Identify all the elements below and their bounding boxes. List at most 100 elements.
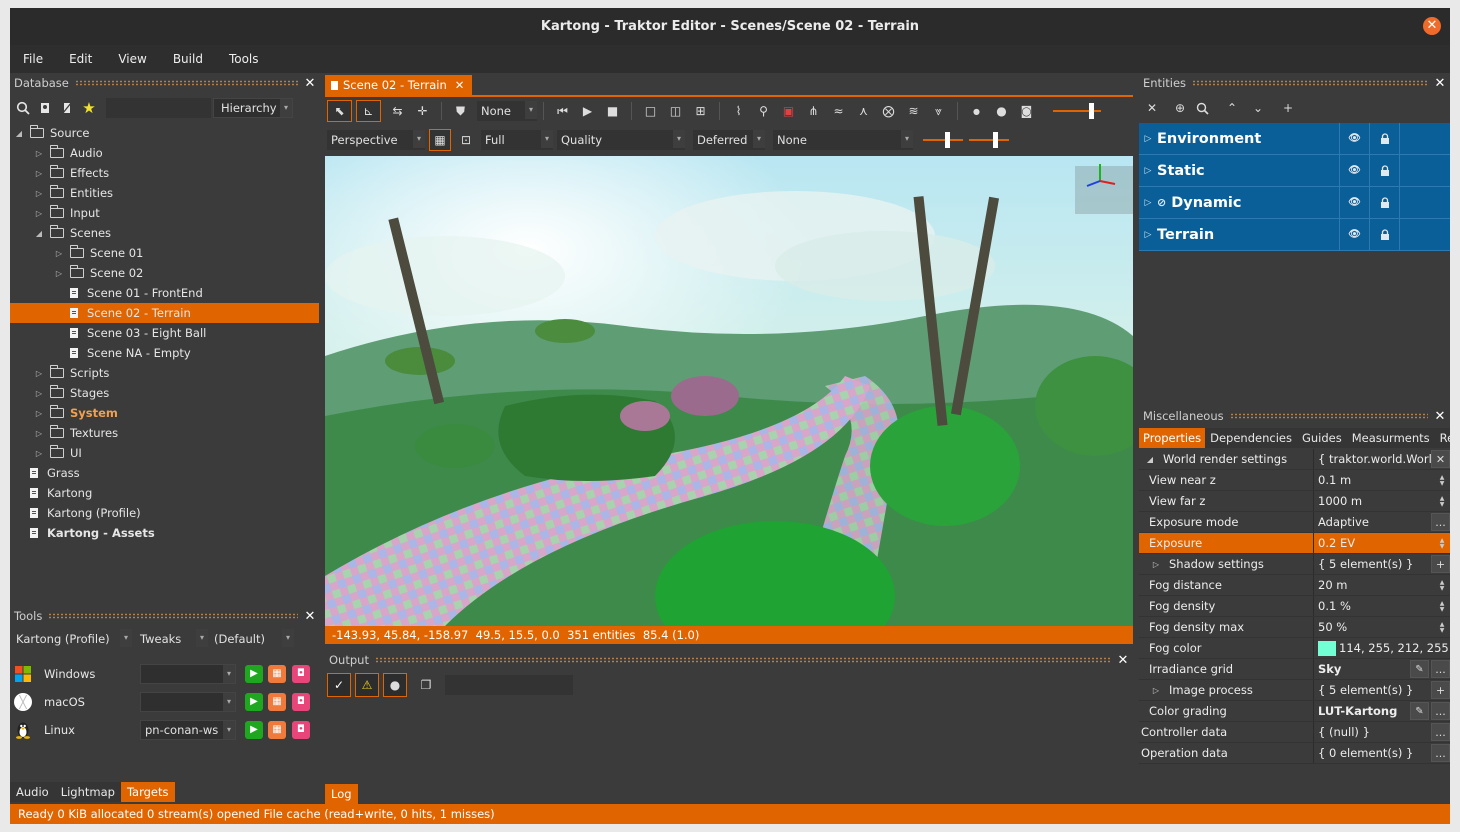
- property-value-cell[interactable]: 0.1 % ▲ ▼: [1314, 596, 1450, 616]
- tree-item[interactable]: ▷ Input: [10, 203, 319, 223]
- output-search-input[interactable]: [445, 675, 573, 695]
- property-value-cell[interactable]: Sky... ✎: [1314, 659, 1450, 679]
- tool-b-icon[interactable]: ⚲: [751, 100, 776, 122]
- collapsed-arrow-icon[interactable]: ▷: [54, 269, 64, 278]
- property-value-cell[interactable]: 20 m ▲ ▼: [1314, 575, 1450, 595]
- tree-item[interactable]: Kartong - Assets: [10, 523, 319, 543]
- favorites-star-icon[interactable]: ★: [78, 97, 100, 119]
- property-row[interactable]: Fog density 0.1 % ▲ ▼: [1139, 596, 1450, 617]
- translate-tool-icon[interactable]: ✛: [410, 100, 435, 122]
- collapsed-arrow-icon[interactable]: ▷: [34, 189, 44, 198]
- collapsed-arrow-icon[interactable]: ▷: [34, 389, 44, 398]
- property-value-cell[interactable]: { (null) }...: [1314, 722, 1450, 742]
- database-search-input[interactable]: [106, 98, 211, 118]
- search-icon[interactable]: [12, 97, 34, 119]
- remove-layer-x-icon[interactable]: ✕: [1141, 97, 1163, 119]
- browse-button[interactable]: ...: [1431, 702, 1450, 720]
- window-close-button[interactable]: ✕: [1423, 17, 1441, 35]
- quality-dropdown[interactable]: Quality ▾: [557, 130, 685, 150]
- collapsed-arrow-icon[interactable]: ▷: [34, 169, 44, 178]
- tree-item[interactable]: ▷ Textures: [10, 423, 319, 443]
- play-icon[interactable]: ▶: [245, 721, 263, 739]
- copy-icon[interactable]: ❐: [415, 674, 437, 696]
- device-icon[interactable]: ◘: [292, 693, 310, 711]
- fov-slider[interactable]: [923, 130, 963, 150]
- tree-item[interactable]: Scene 02 - Terrain: [10, 303, 319, 323]
- target-host-dropdown[interactable]: ▾: [140, 692, 236, 712]
- tool-g-icon[interactable]: ≋: [901, 100, 926, 122]
- stop-icon[interactable]: ■: [600, 100, 625, 122]
- camera-icon[interactable]: ◙: [1014, 100, 1039, 122]
- target-host-dropdown[interactable]: pn-conan-ws ▾: [140, 720, 236, 740]
- build-grid-icon[interactable]: ▦: [268, 721, 286, 739]
- menu-edit[interactable]: Edit: [56, 52, 105, 66]
- color-swatch[interactable]: [1318, 640, 1336, 656]
- resolution-dropdown[interactable]: Full ▾: [481, 130, 553, 150]
- tool-e-icon[interactable]: ⋏: [851, 100, 876, 122]
- tree-item[interactable]: ▷ Scripts: [10, 363, 319, 383]
- tool-f-icon[interactable]: ⨂: [876, 100, 901, 122]
- property-value-cell[interactable]: Adaptive...: [1314, 512, 1450, 532]
- spinner-arrows-icon[interactable]: ▲ ▼: [1438, 622, 1446, 634]
- tree-item[interactable]: ◢ Source: [10, 123, 319, 143]
- rotate-tool-icon[interactable]: ⇆: [385, 100, 410, 122]
- select-tool-icon[interactable]: ⬉: [327, 100, 352, 122]
- tree-item[interactable]: ▷ Entities: [10, 183, 319, 203]
- grid-toggle-icon[interactable]: ▦: [429, 129, 451, 151]
- add-element-button[interactable]: +: [1431, 681, 1450, 699]
- visibility-eye-icon[interactable]: 👁: [1339, 123, 1369, 154]
- panel-grip[interactable]: [1229, 413, 1428, 419]
- close-icon[interactable]: ✕: [455, 78, 465, 92]
- build-grid-icon[interactable]: ▦: [268, 693, 286, 711]
- play-icon[interactable]: ▶: [245, 665, 263, 683]
- browse-button[interactable]: ...: [1431, 744, 1450, 762]
- entity-layer-dynamic[interactable]: ▷ ⊘ Dynamic 👁: [1139, 187, 1450, 219]
- snap-dropdown[interactable]: None ▾: [477, 101, 537, 121]
- tab-measurments[interactable]: Measurments: [1346, 428, 1435, 448]
- spinner-arrows-icon[interactable]: ▲ ▼: [1438, 580, 1446, 592]
- entity-layer-terrain[interactable]: ▷ Terrain 👁: [1139, 219, 1450, 251]
- tree-item[interactable]: ▷ Scene 02: [10, 263, 319, 283]
- play-icon[interactable]: ▶: [245, 693, 263, 711]
- device-icon[interactable]: ◘: [292, 721, 310, 739]
- tab-properties[interactable]: Properties: [1139, 428, 1206, 448]
- tab-targets[interactable]: Targets: [120, 782, 175, 802]
- expand-arrow-icon[interactable]: ▷: [1139, 198, 1157, 208]
- 3d-viewport[interactable]: [325, 156, 1133, 626]
- property-value-cell[interactable]: LUT-Kartong... ✎: [1314, 701, 1450, 721]
- add-crosshair-icon[interactable]: ⊕: [1169, 97, 1191, 119]
- edit-pencil-icon[interactable]: ✎: [1410, 660, 1429, 678]
- panel-grip[interactable]: [1192, 80, 1428, 86]
- property-value-cell[interactable]: { 5 element(s) } +: [1314, 554, 1450, 574]
- tree-item[interactable]: ▷ System: [10, 403, 319, 423]
- quad-view-icon[interactable]: ⊞: [688, 100, 713, 122]
- color-icon[interactable]: ▣: [776, 100, 801, 122]
- collapsed-arrow-icon[interactable]: ▷: [34, 409, 44, 418]
- property-row[interactable]: Color grading LUT-Kartong... ✎: [1139, 701, 1450, 722]
- expand-arrow-icon[interactable]: ▷: [1139, 230, 1157, 240]
- move-down-icon[interactable]: ⌄: [1247, 97, 1269, 119]
- single-view-icon[interactable]: □: [638, 100, 663, 122]
- output-close-icon[interactable]: ✕: [1117, 653, 1129, 668]
- property-value-cell[interactable]: { 5 element(s) } +: [1314, 680, 1450, 700]
- tree-item[interactable]: Grass: [10, 463, 319, 483]
- speed-slider[interactable]: [969, 130, 1009, 150]
- edit-pencil-icon[interactable]: ✎: [1410, 702, 1429, 720]
- build-grid-icon[interactable]: ▦: [268, 665, 286, 683]
- visibility-eye-icon[interactable]: 👁: [1339, 155, 1369, 186]
- property-row[interactable]: ▷ Shadow settings { 5 element(s) } +: [1139, 554, 1450, 575]
- tree-item[interactable]: ▷ Audio: [10, 143, 319, 163]
- property-row[interactable]: Fog distance 20 m ▲ ▼: [1139, 575, 1450, 596]
- expand-arrow-icon[interactable]: ▷: [1149, 560, 1163, 569]
- target-host-dropdown[interactable]: ▾: [140, 664, 236, 684]
- guides-toggle-icon[interactable]: ⊡: [455, 129, 477, 151]
- tweaks-dropdown[interactable]: Tweaks ▾: [136, 629, 208, 649]
- entities-close-icon[interactable]: ✕: [1434, 76, 1446, 91]
- lock-icon[interactable]: [1369, 219, 1399, 250]
- browse-button[interactable]: ...: [1431, 513, 1450, 531]
- property-row[interactable]: ▷ Image process { 5 element(s) } +: [1139, 680, 1450, 701]
- panel-grip[interactable]: [48, 613, 298, 619]
- tree-item[interactable]: ▷ UI: [10, 443, 319, 463]
- tool-c-icon[interactable]: ⋔: [801, 100, 826, 122]
- renderer-dropdown[interactable]: Deferred ▾: [693, 130, 765, 150]
